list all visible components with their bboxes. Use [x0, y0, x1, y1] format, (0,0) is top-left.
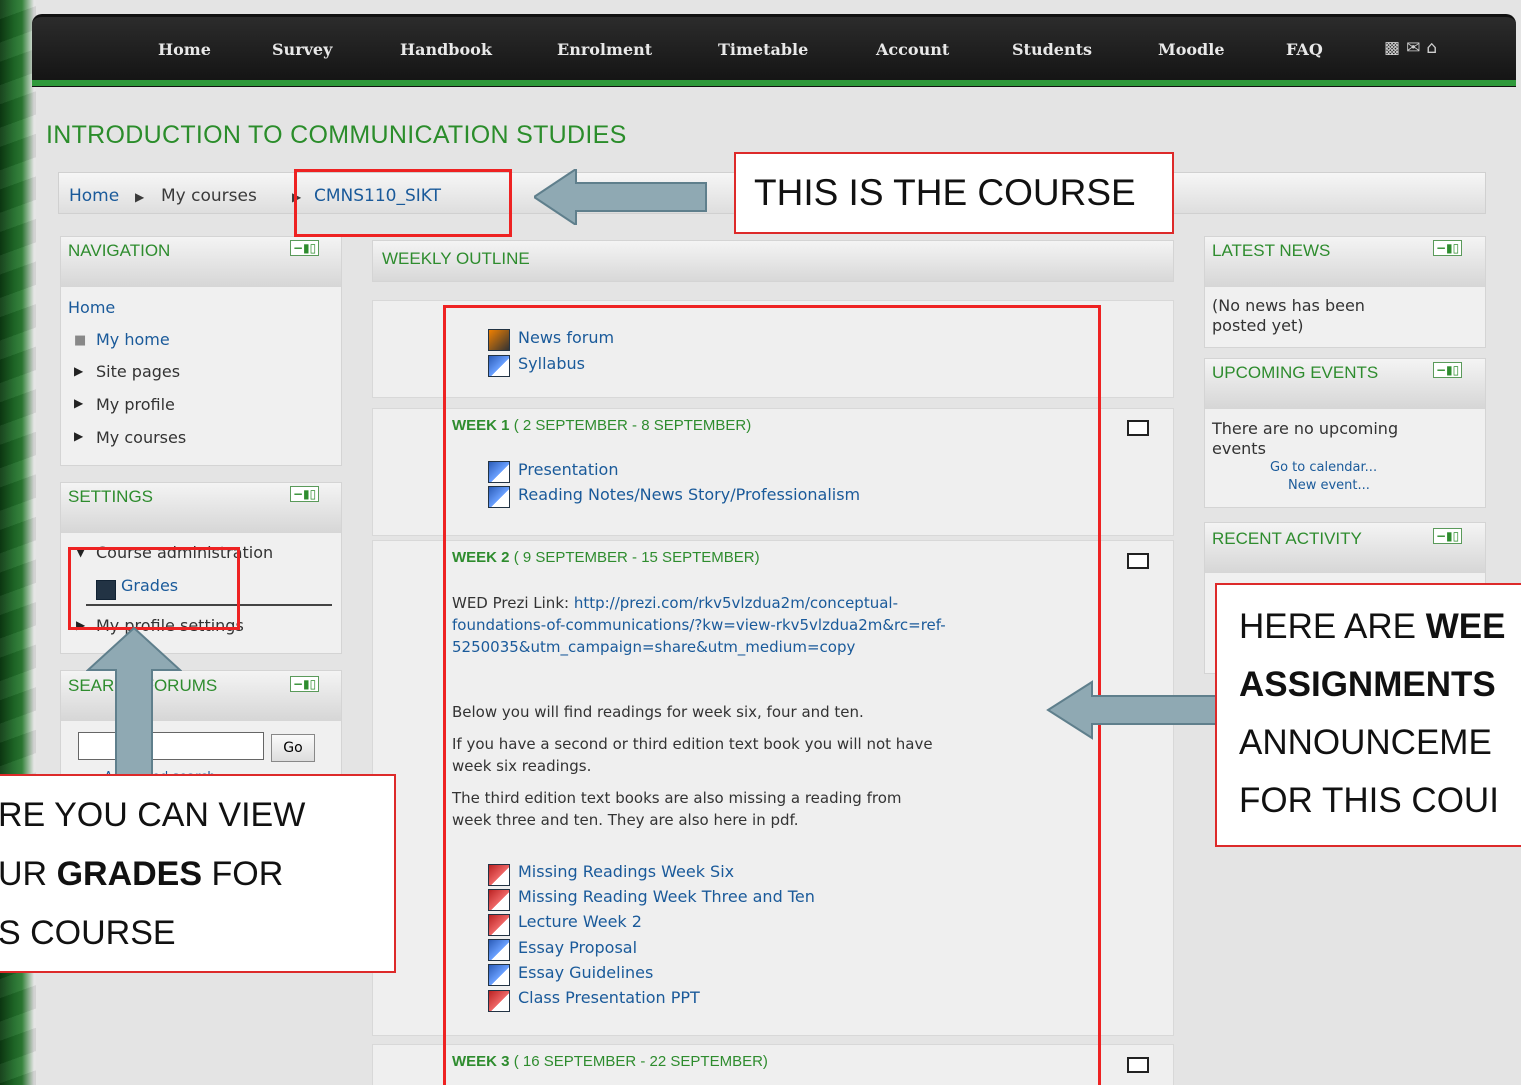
weekly-outline-highlight-box [443, 305, 1101, 1085]
left-arrow-icon [534, 169, 707, 225]
nav-students[interactable]: Students [1012, 40, 1092, 59]
nav-enrolment[interactable]: Enrolment [557, 40, 652, 59]
week-highlight-toggle[interactable] [1127, 420, 1149, 436]
course-callout: THIS IS THE COURSE [734, 152, 1174, 234]
collapse-block-icon[interactable]: −▮▯ [1433, 362, 1463, 378]
screenshot-frame: Home Survey Handbook Enrolment Timetable… [0, 0, 1521, 1085]
grades-highlight-box [68, 547, 240, 630]
expand-icon[interactable]: ▶ [74, 396, 83, 410]
breadcrumb-my-courses[interactable]: My courses [161, 186, 257, 206]
weekly-callout-line: HERE ARE WEE [1239, 607, 1506, 646]
course-callout-text: THIS IS THE COURSE [754, 172, 1136, 213]
nav-underline [32, 80, 1516, 86]
nav-handbook[interactable]: Handbook [400, 40, 492, 59]
nav-tree-home[interactable]: Home [68, 298, 115, 317]
nav-tree-site-pages[interactable]: Site pages [96, 362, 180, 381]
up-arrow-icon [86, 626, 182, 776]
navigation-block-title: NAVIGATION [68, 241, 171, 260]
nav-faq[interactable]: FAQ [1286, 40, 1323, 59]
grades-callout-line: S COURSE [0, 914, 176, 952]
settings-block-title: SETTINGS [68, 487, 154, 506]
grades-callout: RE YOU CAN VIEW UR GRADES FOR S COURSE [0, 774, 396, 973]
collapse-block-icon[interactable]: −▮▯ [290, 486, 320, 502]
nav-account[interactable]: Account [876, 40, 949, 59]
weekly-outline-title: WEEKLY OUTLINE [382, 249, 530, 268]
course-highlight-box [294, 169, 512, 237]
latest-news-title: LATEST NEWS [1212, 241, 1331, 260]
bullet-icon: ■ [74, 333, 87, 348]
latest-news-text: (No news has been [1212, 296, 1365, 315]
page-title: INTRODUCTION TO COMMUNICATION STUDIES [46, 121, 627, 149]
nav-tree-my-courses[interactable]: My courses [96, 428, 186, 447]
utility-icons: ▩✉⌂ [1384, 38, 1443, 58]
print-icon[interactable]: ▩ [1384, 38, 1406, 58]
nav-timetable[interactable]: Timetable [718, 40, 808, 59]
nav-survey[interactable]: Survey [272, 40, 332, 59]
home-icon[interactable]: ⌂ [1426, 38, 1443, 58]
recent-activity-title: RECENT ACTIVITY [1212, 529, 1362, 548]
weekly-callout-line: FOR THIS COUI [1239, 781, 1499, 820]
nav-tree-my-home[interactable]: My home [96, 330, 170, 349]
breadcrumb-separator: ▶ [135, 190, 145, 204]
nav-home[interactable]: Home [158, 40, 211, 59]
breadcrumb-home[interactable]: Home [69, 186, 119, 206]
new-event-link[interactable]: New event... [1288, 478, 1370, 493]
week-highlight-toggle[interactable] [1127, 1057, 1149, 1073]
collapse-block-icon[interactable]: −▮▯ [290, 240, 320, 256]
nav-moodle[interactable]: Moodle [1158, 40, 1225, 59]
mail-icon[interactable]: ✉ [1406, 38, 1426, 58]
weekly-callout-line: ANNOUNCEME [1239, 723, 1492, 762]
grades-callout-line: RE YOU CAN VIEW [0, 796, 306, 834]
expand-icon[interactable]: ▶ [74, 429, 83, 443]
left-arrow-icon [1046, 680, 1217, 740]
weekly-callout-line: ASSIGNMENTS [1239, 665, 1496, 704]
expand-icon[interactable]: ▶ [74, 364, 83, 378]
week-highlight-toggle[interactable] [1127, 553, 1149, 569]
upcoming-events-text: events [1212, 439, 1266, 458]
collapse-block-icon[interactable]: −▮▯ [290, 676, 320, 692]
upcoming-events-title: UPCOMING EVENTS [1212, 363, 1379, 382]
grades-callout-line: UR GRADES FOR [0, 855, 284, 893]
collapse-block-icon[interactable]: −▮▯ [1433, 240, 1463, 256]
upcoming-events-text: There are no upcoming [1212, 419, 1399, 438]
go-to-calendar-link[interactable]: Go to calendar... [1270, 460, 1377, 475]
search-go-button[interactable]: Go [271, 734, 315, 762]
collapse-block-icon[interactable]: −▮▯ [1433, 528, 1463, 544]
latest-news-text: posted yet) [1212, 316, 1304, 335]
nav-tree-my-profile[interactable]: My profile [96, 395, 175, 414]
weekly-callout: HERE ARE WEE ASSIGNMENTS ANNOUNCEME FOR … [1215, 583, 1521, 847]
